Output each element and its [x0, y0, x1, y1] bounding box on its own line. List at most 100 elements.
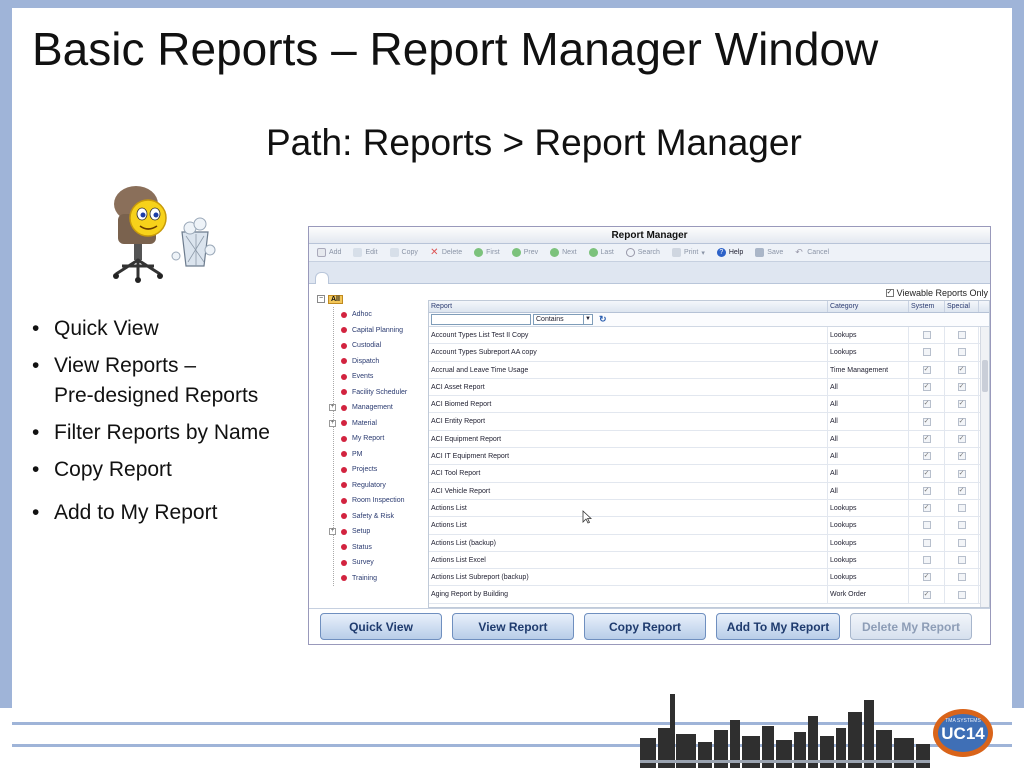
expand-icon[interactable]: +: [329, 419, 336, 427]
table-row[interactable]: ACI Asset Report All ✓ ✓: [429, 378, 989, 397]
tab-reports[interactable]: [315, 272, 329, 284]
table-row[interactable]: ACI Equipment Report All ✓ ✓: [429, 430, 989, 449]
bullet-item: Copy Report: [30, 455, 270, 485]
tree-item-status[interactable]: Status: [313, 540, 425, 556]
add-icon: [317, 248, 326, 257]
tree-item-training[interactable]: Training: [313, 571, 425, 587]
grid-scrollbar[interactable]: [980, 327, 989, 607]
tree-item-setup[interactable]: + Setup: [313, 524, 425, 540]
table-row[interactable]: Aging Report by Building Work Order ✓: [429, 586, 989, 604]
checkbox-checked-icon: ✓: [957, 417, 966, 426]
toolbar-first-button[interactable]: First: [470, 248, 504, 257]
cell-system: ✓: [909, 482, 945, 499]
checkbox-checked-icon: ✓: [922, 573, 931, 582]
table-row[interactable]: Account Types Subreport AA copy Lookups: [429, 344, 989, 362]
tree-item-facility-scheduler[interactable]: Facility Scheduler: [313, 385, 425, 401]
cell-report-name: Account Types Subreport AA copy: [429, 344, 828, 361]
toolbar-add-button[interactable]: Add: [313, 248, 345, 257]
checkbox-checked-icon: ✓: [922, 365, 931, 374]
tree-item-label: Status: [352, 543, 372, 551]
tree-item-room-inspection[interactable]: Room Inspection: [313, 493, 425, 509]
column-header-report[interactable]: Report: [429, 301, 828, 312]
tree-item-regulatory[interactable]: Regulatory: [313, 478, 425, 494]
toolbar-save-button[interactable]: Save: [751, 248, 787, 257]
table-row[interactable]: Account Types List Test II Copy Lookups: [429, 327, 989, 345]
copy-report-button[interactable]: Copy Report: [584, 613, 706, 640]
table-row[interactable]: ACI Entity Report All ✓ ✓: [429, 413, 989, 431]
tree-item-projects[interactable]: Projects: [313, 462, 425, 478]
tree-item-management[interactable]: + Management: [313, 400, 425, 416]
table-row[interactable]: ACI Tool Report All ✓ ✓: [429, 465, 989, 483]
tree-item-custodial[interactable]: Custodial: [313, 338, 425, 354]
toolbar-prev-button[interactable]: Prev: [508, 248, 542, 257]
cell-special: ✓: [945, 482, 979, 499]
collapse-icon[interactable]: −: [317, 295, 325, 303]
tree-item-my-report[interactable]: My Report: [313, 431, 425, 447]
quick-view-button[interactable]: Quick View: [320, 613, 442, 640]
tree-item-capital-planning[interactable]: Capital Planning: [313, 323, 425, 339]
cell-special: [945, 569, 979, 586]
cell-category: Lookups: [828, 569, 909, 586]
add-to-my-report-button[interactable]: Add To My Report: [716, 613, 840, 640]
tree-item-adhoc[interactable]: Adhoc: [313, 307, 425, 323]
tree-item-pm[interactable]: PM: [313, 447, 425, 463]
table-row[interactable]: Actions List (backup) Lookups: [429, 534, 989, 552]
column-header-system[interactable]: System: [909, 301, 945, 312]
checkbox-empty-icon: [957, 573, 966, 582]
cell-special: ✓: [945, 465, 979, 482]
checkbox-checked-icon: ✓: [922, 486, 931, 495]
toolbar-cancel-button[interactable]: ↶ Cancel: [791, 248, 833, 257]
filter-operator-select[interactable]: Contains ▼: [533, 314, 593, 325]
report-category-icon: [341, 466, 347, 473]
smiley-chair-clipart: [113, 186, 216, 283]
toolbar-print-button[interactable]: Print ▾: [668, 248, 709, 257]
table-row[interactable]: ACI Vehicle Report All ✓ ✓: [429, 482, 989, 500]
tree-item-label: Material: [352, 419, 377, 427]
tree-item-label: Safety & Risk: [352, 512, 395, 520]
checkbox-empty-icon: [957, 348, 966, 357]
table-row[interactable]: Actions List Lookups: [429, 517, 989, 535]
view-report-button[interactable]: View Report: [452, 613, 574, 640]
column-header-special[interactable]: Special: [945, 301, 979, 312]
tree-item-label: Regulatory: [352, 481, 386, 489]
viewable-reports-only-checkbox[interactable]: ✓ Viewable Reports Only: [885, 288, 988, 298]
checkbox-checked-icon: ✓: [957, 365, 966, 374]
delete-icon: ✕: [430, 247, 439, 258]
toolbar-next-button[interactable]: Next: [546, 248, 580, 257]
checkbox-checked-icon: ✓: [957, 469, 966, 478]
delete-my-report-button[interactable]: Delete My Report: [850, 613, 972, 640]
toolbar-delete-button[interactable]: ✕ Delete: [426, 247, 466, 258]
cell-category: All: [828, 378, 909, 396]
refresh-icon[interactable]: ↻: [599, 314, 607, 325]
table-row[interactable]: ACI Biomed Report All ✓ ✓: [429, 396, 989, 414]
tree-item-label: Facility Scheduler: [352, 388, 408, 396]
tree-item-survey[interactable]: Survey: [313, 555, 425, 571]
tree-item-events[interactable]: Events: [313, 369, 425, 385]
cell-system: ✓: [909, 430, 945, 448]
tree-item-safety-risk[interactable]: Safety & Risk: [313, 509, 425, 525]
report-filter-input[interactable]: [431, 314, 531, 325]
toolbar-last-button[interactable]: Last: [585, 248, 618, 257]
tree-item-material[interactable]: + Material: [313, 416, 425, 432]
table-row[interactable]: Actions List Subreport (backup) Lookups ✓: [429, 569, 989, 587]
toolbar-edit-button[interactable]: Edit: [349, 248, 381, 257]
checkbox-empty-icon: [922, 348, 931, 357]
filter-row: Contains ▼ ↻: [429, 313, 989, 327]
column-header-category[interactable]: Category: [828, 301, 909, 312]
cell-system: ✓: [909, 499, 945, 517]
expand-icon[interactable]: +: [329, 404, 336, 412]
expand-icon[interactable]: +: [329, 528, 336, 536]
toolbar-copy-button[interactable]: Copy: [386, 248, 422, 257]
table-row[interactable]: Actions List Excel Lookups: [429, 551, 989, 570]
scrollbar-thumb[interactable]: [982, 360, 988, 392]
cell-report-name: Actions List: [429, 499, 828, 517]
table-row[interactable]: Actions List Lookups ✓: [429, 499, 989, 518]
table-row[interactable]: ACI IT Equipment Report All ✓ ✓: [429, 448, 989, 466]
toolbar-help-button[interactable]: ? Help: [713, 248, 747, 257]
cell-category: All: [828, 465, 909, 482]
toolbar-search-button[interactable]: Search: [622, 248, 664, 257]
table-row[interactable]: Accrual and Leave Time Usage Time Managem…: [429, 361, 989, 379]
cell-report-name: Aging Report by Building: [429, 586, 828, 603]
tree-item-dispatch[interactable]: Dispatch: [313, 354, 425, 370]
tree-root-all[interactable]: − All: [317, 293, 425, 305]
